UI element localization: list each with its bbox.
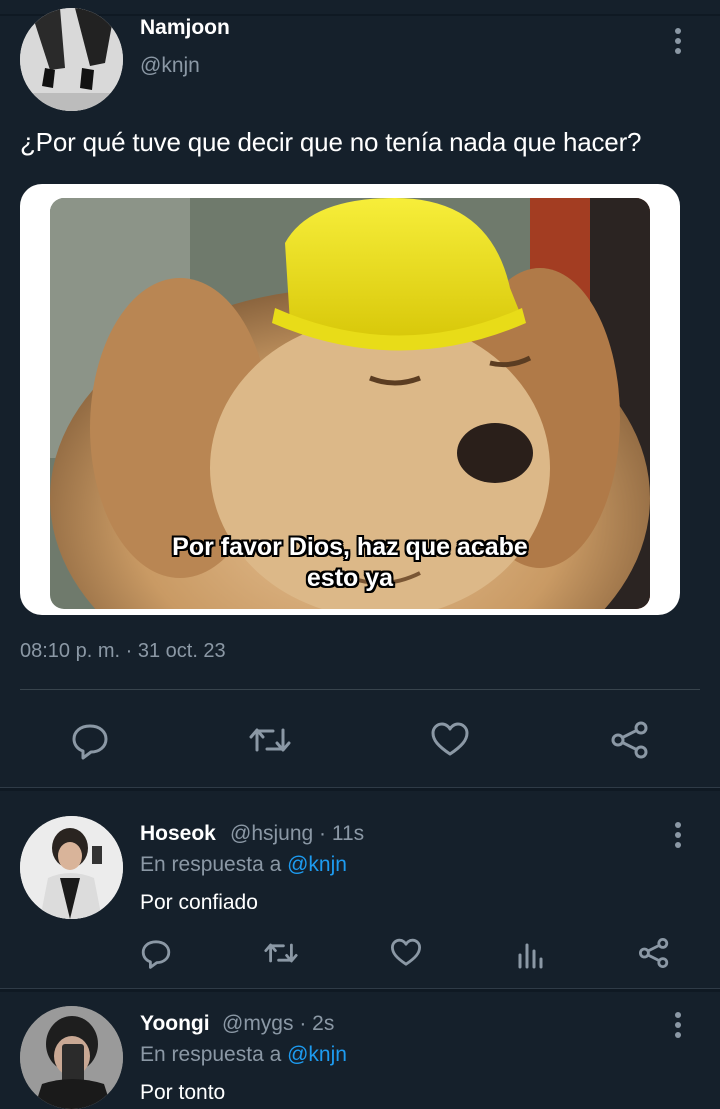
reply-text: Por confiado bbox=[140, 891, 258, 914]
image-caption-line2: esto ya bbox=[306, 564, 394, 592]
avatar[interactable] bbox=[20, 1006, 123, 1109]
reply-meta: @hsjung · 11s bbox=[230, 822, 364, 846]
reply-time: · 2s bbox=[293, 1012, 335, 1035]
main-tweet: Namjoon @knjn ¿Por qué tuve que decir qu… bbox=[0, 0, 720, 790]
tweet-actions bbox=[0, 710, 720, 770]
reply-item[interactable]: Hoseok @hsjung · 11s En respuesta a @knj… bbox=[0, 800, 720, 985]
reply-meta: @mygs · 2s bbox=[222, 1012, 334, 1036]
reply-author-handle[interactable]: @mygs bbox=[222, 1012, 294, 1035]
reply-author-name[interactable]: Hoseok bbox=[140, 822, 216, 846]
more-options-icon[interactable] bbox=[675, 822, 681, 852]
reply-author-handle[interactable]: @hsjung bbox=[230, 822, 313, 845]
in-reply-prefix: En respuesta a bbox=[140, 1043, 288, 1066]
separator bbox=[20, 689, 700, 690]
dog-photo: Por favor Dios, haz que acabe esto ya bbox=[50, 198, 650, 609]
retweet-icon[interactable] bbox=[248, 720, 292, 765]
reply-actions bbox=[0, 937, 720, 977]
more-options-icon[interactable] bbox=[675, 28, 681, 58]
retweet-icon[interactable] bbox=[263, 937, 299, 974]
more-options-icon[interactable] bbox=[675, 1012, 681, 1042]
in-reply-to: En respuesta a @knjn bbox=[140, 853, 347, 877]
reply-time: · 11s bbox=[313, 822, 365, 845]
in-reply-to-link[interactable]: @knjn bbox=[287, 853, 347, 876]
reply-author-name[interactable]: Yoongi bbox=[140, 1012, 210, 1036]
reply-text: Por tonto bbox=[140, 1081, 226, 1104]
tweet-text: ¿Por qué tuve que decir que no tenía nad… bbox=[20, 127, 642, 157]
divider bbox=[0, 787, 720, 791]
image-caption-line1: Por favor Dios, haz que acabe bbox=[172, 533, 528, 561]
tweet-media[interactable]: Por favor Dios, haz que acabe esto ya bbox=[20, 184, 680, 615]
reply-icon[interactable] bbox=[70, 720, 110, 765]
reply-item[interactable]: Yoongi @mygs · 2s En respuesta a @knjn P… bbox=[0, 990, 720, 1109]
reply-icon[interactable] bbox=[140, 937, 172, 974]
avatar[interactable] bbox=[20, 8, 123, 111]
share-icon[interactable] bbox=[610, 720, 650, 765]
in-reply-to: En respuesta a @knjn bbox=[140, 1043, 347, 1067]
author-name[interactable]: Namjoon bbox=[140, 16, 230, 40]
avatar[interactable] bbox=[20, 816, 123, 919]
heart-icon[interactable] bbox=[390, 937, 422, 974]
share-icon[interactable] bbox=[638, 937, 670, 974]
tweet-timestamp[interactable]: 08:10 p. m. · 31 oct. 23 bbox=[20, 640, 226, 663]
in-reply-to-link[interactable]: @knjn bbox=[287, 1043, 347, 1066]
heart-icon[interactable] bbox=[430, 720, 470, 765]
in-reply-prefix: En respuesta a bbox=[140, 853, 288, 876]
author-handle[interactable]: @knjn bbox=[140, 54, 200, 78]
views-icon[interactable] bbox=[516, 939, 546, 974]
